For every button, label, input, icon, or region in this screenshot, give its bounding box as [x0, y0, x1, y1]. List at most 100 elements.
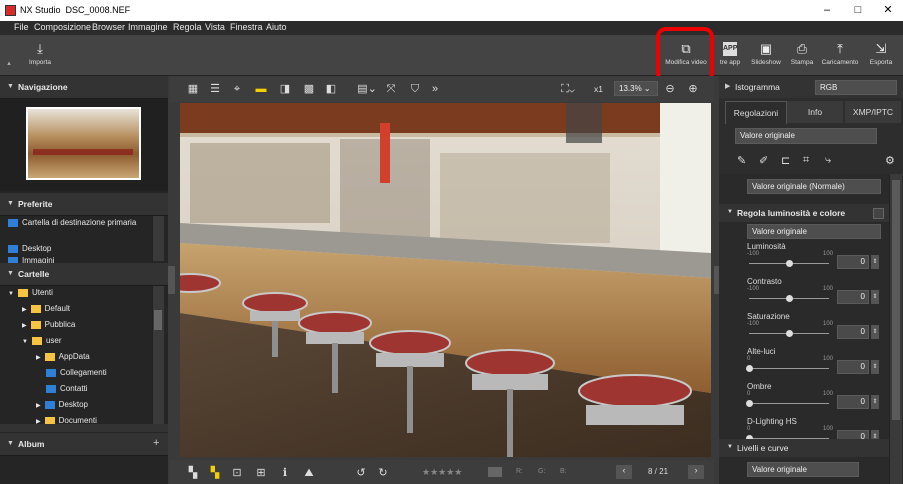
- section-checkbox[interactable]: [873, 208, 884, 219]
- zoom-factor[interactable]: x1: [594, 84, 603, 94]
- list-view-icon[interactable]: ☰: [208, 82, 222, 96]
- eyedropper-icon[interactable]: ✎: [737, 154, 746, 167]
- rotate-left-icon[interactable]: ↺: [354, 466, 368, 480]
- folder-row[interactable]: ▶ AppData: [36, 352, 90, 368]
- favorite-item[interactable]: Cartella di destinazione primaria: [8, 218, 136, 234]
- before-after-icon[interactable]: ◧: [324, 82, 338, 96]
- retouch-icon[interactable]: ✐: [759, 154, 768, 167]
- navigation-header[interactable]: ▼ Navigazione: [0, 76, 168, 99]
- grid-view-icon[interactable]: ▦: [186, 82, 200, 96]
- folder-row[interactable]: ▶ Pubblica: [22, 320, 75, 336]
- map-view-icon[interactable]: ⌖: [230, 82, 244, 96]
- single-view-icon[interactable]: ▬: [254, 82, 268, 96]
- levels-preset-select[interactable]: Valore originale: [747, 462, 859, 477]
- menu-composizione[interactable]: Composizione: [34, 22, 91, 32]
- straighten-icon[interactable]: ⤷: [825, 154, 831, 167]
- add-album-button[interactable]: +: [153, 437, 159, 449]
- menu-regola[interactable]: Regola: [173, 22, 202, 32]
- slider-knob[interactable]: [746, 400, 753, 407]
- slider-value-field[interactable]: 0: [837, 325, 869, 339]
- slider-knob[interactable]: [786, 260, 793, 267]
- fullscreen-icon[interactable]: ⤧: [384, 82, 398, 96]
- frame-icon[interactable]: ⊡: [230, 466, 244, 480]
- brightness-section-header[interactable]: ▼ Regola luminosità e colore: [719, 204, 889, 222]
- folder-row[interactable]: Collegamenti: [46, 368, 107, 384]
- spinner-icon[interactable]: ⇕: [871, 290, 879, 304]
- export-button[interactable]: ⇲ Esporta: [861, 35, 901, 75]
- album-header[interactable]: ▼ Album +: [0, 433, 168, 456]
- slider-value-field[interactable]: 0: [837, 255, 869, 269]
- next-image-button[interactable]: ›: [688, 465, 704, 479]
- adjustment-preset-select[interactable]: Valore originale: [735, 128, 877, 144]
- histogram-mode-select[interactable]: RGB: [815, 80, 897, 95]
- minimize-button[interactable]: –: [812, 2, 842, 19]
- tab-info[interactable]: Info: [787, 101, 843, 123]
- menu-finestra[interactable]: Finestra: [230, 22, 263, 32]
- stack-icon[interactable]: ▚: [186, 466, 200, 480]
- upload-button[interactable]: ⤒ Caricamento: [820, 35, 860, 75]
- menu-immagine[interactable]: Immagine: [128, 22, 168, 32]
- slider-knob[interactable]: [786, 330, 793, 337]
- menu-file[interactable]: File: [14, 22, 29, 32]
- print-button[interactable]: ⎙ Stampa: [782, 35, 822, 75]
- slider-track[interactable]: [749, 403, 829, 404]
- slider-value-field[interactable]: 0: [837, 290, 869, 304]
- filter-icon[interactable]: ⛉: [408, 82, 422, 96]
- folders-hscrollbar[interactable]: [0, 424, 168, 432]
- rating-stars-icon[interactable]: ★★★★★: [422, 467, 462, 478]
- tab-regolazioni[interactable]: Regolazioni: [725, 101, 787, 124]
- spinner-icon[interactable]: ⇕: [871, 325, 879, 339]
- navigator-thumbnail[interactable]: [26, 107, 141, 180]
- label-icon[interactable]: ▚: [208, 466, 222, 480]
- picture-control-select[interactable]: Valore originale (Normale): [747, 179, 881, 194]
- slider-knob[interactable]: [746, 365, 753, 372]
- adjustments-scrollbar[interactable]: [889, 174, 902, 484]
- maximize-button[interactable]: □: [843, 2, 873, 19]
- menu-aiuto[interactable]: Aiuto: [266, 22, 287, 32]
- grid-overlay-icon[interactable]: ⊞: [254, 466, 268, 480]
- crop-icon[interactable]: ⌗: [803, 154, 809, 167]
- other-app-button[interactable]: APP tre app: [716, 35, 744, 75]
- favorites-scrollbar[interactable]: [152, 216, 164, 261]
- scroll-thumb[interactable]: [154, 310, 162, 330]
- fit-screen-icon[interactable]: ⛶⌄: [556, 82, 580, 96]
- scroll-thumb[interactable]: [892, 180, 900, 420]
- slider-value-field[interactable]: 0: [837, 360, 869, 374]
- spinner-icon[interactable]: ⇕: [871, 360, 879, 374]
- spinner-icon[interactable]: ⇕: [871, 255, 879, 269]
- tab-xmp-iptc[interactable]: XMP/IPTC: [845, 101, 901, 123]
- zoom-select[interactable]: 13.3% ⌄: [614, 81, 658, 96]
- slider-value-field[interactable]: 0: [837, 395, 869, 409]
- histogram-header[interactable]: ▶ Istogramma RGB: [719, 76, 903, 98]
- folder-row[interactable]: ▶ Desktop: [36, 400, 88, 416]
- slider-knob[interactable]: [786, 295, 793, 302]
- slider-track[interactable]: [749, 368, 829, 369]
- folders-scrollbar[interactable]: [152, 286, 164, 424]
- favorites-header[interactable]: ▼ Preferite: [0, 193, 168, 216]
- gear-icon[interactable]: ⚙: [885, 154, 895, 167]
- folder-row[interactable]: ▶ Default: [22, 304, 70, 320]
- zoom-out-icon[interactable]: ⊖: [663, 82, 677, 96]
- import-button[interactable]: ⤓ Importa: [20, 35, 60, 75]
- perspective-icon[interactable]: ⊏: [781, 154, 790, 167]
- more-icon[interactable]: »: [428, 82, 442, 96]
- close-button[interactable]: ✕: [873, 2, 903, 19]
- info-icon[interactable]: ℹ: [278, 466, 292, 480]
- slideshow-button[interactable]: ▣ Slideshow: [746, 35, 786, 75]
- zoom-in-icon[interactable]: ⊕: [686, 82, 700, 96]
- main-photo[interactable]: [180, 103, 711, 457]
- folder-row[interactable]: ▶ Documenti: [36, 416, 97, 424]
- compare-four-icon[interactable]: ▩: [302, 82, 316, 96]
- menu-vista[interactable]: Vista: [205, 22, 225, 32]
- left-collapse-handle[interactable]: [168, 266, 175, 294]
- spinner-icon[interactable]: ⇕: [871, 395, 879, 409]
- histogram-icon[interactable]: ⛰: [302, 466, 316, 480]
- levels-section-header[interactable]: ▼ Livelli e curve: [719, 439, 889, 457]
- collapse-arrow-icon[interactable]: ▲: [6, 61, 12, 67]
- folder-row[interactable]: ▼ Utenti: [8, 288, 53, 304]
- label-box-icon[interactable]: [488, 467, 502, 477]
- filmstrip-icon[interactable]: ▤⌄: [356, 82, 378, 96]
- folder-row[interactable]: Contatti: [46, 384, 88, 400]
- compare-two-icon[interactable]: ◨: [278, 82, 292, 96]
- folder-row[interactable]: ▼ user: [22, 336, 62, 352]
